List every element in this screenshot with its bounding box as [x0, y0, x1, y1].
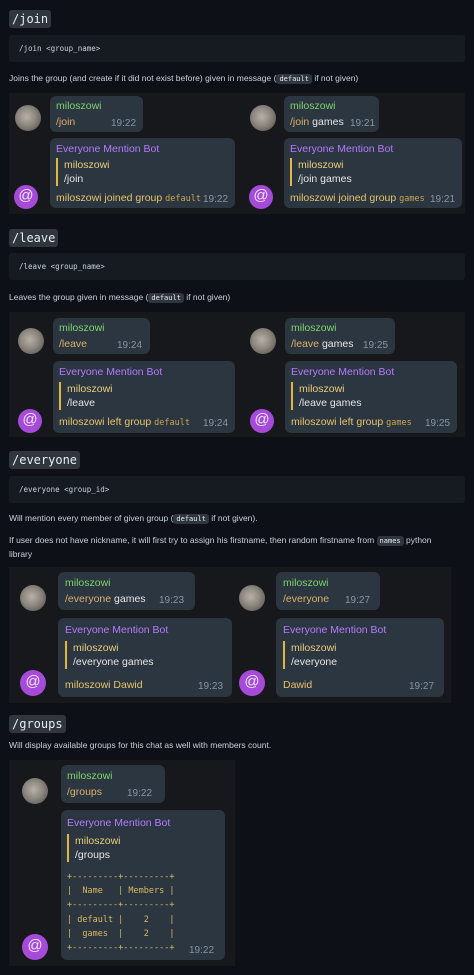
- screenshot-leave: miloszowi /leave 19:24 @ Everyone Mentio…: [9, 312, 465, 437]
- bot-message: Everyone Mention Bot miloszowi/join milo…: [50, 138, 235, 208]
- bot-message: Everyone Mention Bot miloszowi/join game…: [284, 138, 462, 208]
- user-message: miloszowi /groups 19:22: [61, 765, 165, 803]
- desc-groups: Will display available groups for this c…: [9, 740, 272, 750]
- user-message: miloszowi /join games 19:21: [284, 96, 379, 132]
- heading-join: /join: [9, 10, 52, 28]
- bot-message: Everyone Mention Bot miloszowi/groups +-…: [61, 810, 225, 960]
- at-sign-icon: @: [14, 185, 38, 209]
- user-avatar: [22, 778, 48, 804]
- bot-message: Everyone Mention Bot miloszowi/leave mil…: [53, 361, 235, 433]
- screenshot-everyone: miloszowi /everyone games 19:23 @ Everyo…: [9, 567, 451, 703]
- user-avatar: [18, 328, 44, 354]
- user-avatar: [250, 105, 276, 131]
- heading-leave: /leave: [9, 229, 59, 247]
- user-message: miloszowi /join 19:22: [50, 96, 143, 132]
- groups-table: +---------+---------+ | Name | Members |…: [67, 872, 175, 954]
- heading-everyone: /everyone: [9, 451, 81, 469]
- at-sign-icon: @: [18, 409, 42, 433]
- user-avatar: [250, 328, 276, 354]
- desc-join: Joins the group (and create if it did no…: [9, 73, 359, 84]
- user-message: miloszowi /everyone games 19:23: [58, 572, 195, 610]
- usage-leave: /leave <group_name>: [9, 253, 465, 280]
- user-message: miloszowi /leave 19:24: [53, 318, 150, 354]
- at-sign-icon: @: [239, 670, 265, 696]
- desc-everyone: Will mention every member of given group…: [9, 513, 258, 524]
- bot-message: Everyone Mention Bot miloszowi/everyone …: [276, 618, 444, 697]
- user-avatar: [15, 105, 41, 131]
- bot-message: Everyone Mention Bot miloszowi/leave gam…: [285, 361, 457, 433]
- screenshot-join: miloszowi /join 19:22 @ Everyone Mention…: [9, 93, 465, 214]
- at-sign-icon: @: [20, 670, 46, 696]
- user-message: miloszowi /everyone 19:27: [276, 572, 380, 610]
- usage-join: /join <group_name>: [9, 35, 465, 62]
- heading-groups: /groups: [9, 715, 66, 733]
- at-sign-icon: @: [250, 409, 274, 433]
- desc-everyone-2: If user does not have nickname, it will …: [9, 535, 432, 559]
- user-avatar: [239, 585, 265, 611]
- bot-message: Everyone Mention Bot miloszowi/everyone …: [58, 618, 232, 697]
- user-message: miloszowi /leave games 19:25: [285, 318, 395, 354]
- screenshot-groups: miloszowi /groups 19:22 @ Everyone Menti…: [9, 760, 235, 966]
- at-sign-icon: @: [22, 934, 48, 960]
- at-sign-icon: @: [249, 185, 273, 209]
- usage-everyone: /everyone <group_id>: [9, 476, 465, 503]
- desc-leave: Leaves the group given in message (defau…: [9, 292, 231, 303]
- user-avatar: [20, 585, 46, 611]
